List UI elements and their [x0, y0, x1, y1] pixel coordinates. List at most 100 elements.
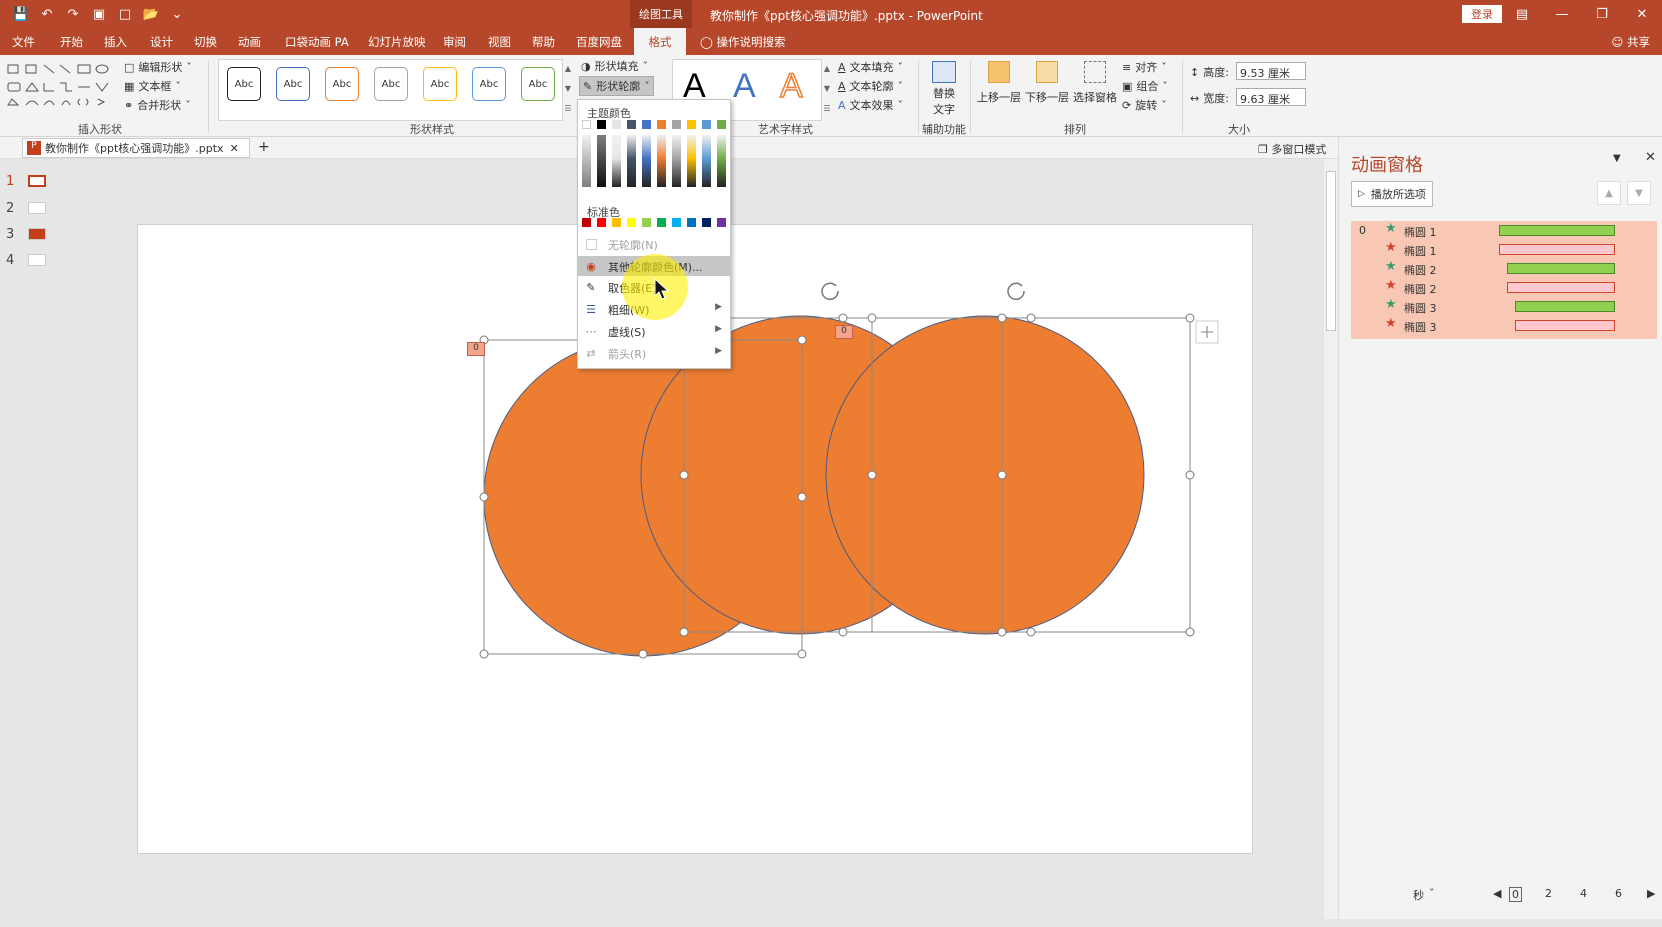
shape-style-1[interactable]: Abc [227, 67, 261, 101]
animation-timing-bar[interactable] [1499, 244, 1615, 255]
theme-color-swatch[interactable] [672, 120, 681, 129]
group-button[interactable]: ▣ 组合 ˇ [1122, 78, 1168, 94]
minimize-icon[interactable]: — [1542, 0, 1582, 28]
theme-color-swatch[interactable] [702, 120, 711, 129]
new-tab-icon[interactable]: + [258, 139, 270, 155]
gallery-scroll[interactable]: ▲ ▼ ☰ [563, 59, 573, 121]
tab-slideshow[interactable]: 幻灯片放映 [368, 34, 426, 50]
standard-color-swatch[interactable] [582, 218, 591, 227]
send-backward-button[interactable]: 下移一层 [1024, 61, 1070, 105]
theme-color-swatch[interactable] [657, 120, 666, 129]
customize-icon[interactable]: ⌄ [166, 4, 188, 24]
selection-pane-button[interactable]: 选择窗格 [1072, 61, 1118, 105]
animation-row[interactable]: ★ 椭圆 1 [1351, 240, 1657, 259]
close-tab-icon[interactable]: ✕ [230, 142, 239, 155]
no-outline-item[interactable]: 无轮廓(N) [578, 234, 730, 254]
tab-review[interactable]: 审阅 [443, 34, 466, 50]
animation-timing-bar[interactable] [1507, 282, 1615, 293]
shape-style-2[interactable]: Abc [276, 67, 310, 101]
animation-timing-bar[interactable] [1507, 263, 1615, 274]
shapes-gallery[interactable] [6, 61, 118, 113]
animation-row[interactable]: 0 ★ 椭圆 1 [1351, 221, 1657, 240]
tab-insert[interactable]: 插入 [104, 34, 127, 50]
theme-color-swatch[interactable] [687, 120, 696, 129]
restore-icon[interactable]: ❐ [1582, 0, 1622, 28]
undo-icon[interactable]: ↶ [36, 4, 58, 24]
standard-color-swatch[interactable] [672, 218, 681, 227]
animation-timing-bar[interactable] [1515, 301, 1615, 312]
ribbon-display-icon[interactable]: ▤ [1502, 0, 1542, 28]
wordart-style-blue[interactable]: A [733, 67, 756, 106]
shape-style-6[interactable]: Abc [472, 67, 506, 101]
layout-options-icon[interactable] [1195, 320, 1219, 344]
timeline-unit[interactable]: 秒 [1413, 887, 1424, 903]
scroll-thumb[interactable] [1326, 171, 1336, 331]
shape-fill-button[interactable]: ◑ 形状填充 ˇ [581, 58, 648, 74]
theme-color-shades[interactable] [627, 135, 636, 187]
standard-color-swatch[interactable] [687, 218, 696, 227]
tab-view[interactable]: 视图 [488, 34, 511, 50]
dashes-item[interactable]: ⋯ 虚线(S) ▶ [578, 321, 730, 341]
theme-color-swatch[interactable] [717, 120, 726, 129]
close-pane-icon[interactable]: ✕ [1645, 150, 1656, 165]
animation-tag[interactable]: 0 [467, 342, 485, 356]
standard-color-swatch[interactable] [597, 218, 606, 227]
close-icon[interactable]: ✕ [1622, 0, 1662, 28]
edit-shape-button[interactable]: □ 编辑形状 ˇ [124, 59, 192, 75]
animation-row[interactable]: ★ 椭圆 2 [1351, 259, 1657, 278]
slide-thumbnail[interactable] [28, 254, 46, 266]
slide-thumbnail[interactable] [28, 175, 46, 187]
open-folder-icon[interactable]: 📂 [140, 4, 162, 24]
theme-color-shades[interactable] [642, 135, 651, 187]
theme-color-swatch[interactable] [582, 120, 591, 129]
width-input[interactable]: 9.63 厘米 [1236, 88, 1306, 106]
multi-window-button[interactable]: ❐ 多窗口模式 [1258, 141, 1326, 157]
standard-color-swatch[interactable] [627, 218, 636, 227]
shape-style-3[interactable]: Abc [325, 67, 359, 101]
new-file-icon[interactable]: □ [114, 4, 136, 24]
tab-home[interactable]: 开始 [60, 34, 83, 50]
slide-thumbnail[interactable] [28, 202, 46, 214]
doc-tab[interactable]: P 教你制作《ppt核心强调功能》.pptx ✕ [22, 138, 250, 158]
theme-color-shades[interactable] [657, 135, 666, 187]
alt-text-button[interactable]: 替换 文字 [924, 61, 964, 116]
animation-timing-bar[interactable] [1499, 225, 1615, 236]
theme-color-shades[interactable] [582, 135, 591, 187]
move-down-button[interactable]: ▼ [1627, 181, 1651, 205]
shape-outline-button[interactable]: ✎ 形状轮廓 ˇ [579, 76, 654, 96]
theme-color-swatch[interactable] [612, 120, 621, 129]
standard-color-swatch[interactable] [657, 218, 666, 227]
tell-me-search[interactable]: ◯ 操作说明搜索 [700, 34, 786, 50]
redo-icon[interactable]: ↷ [62, 4, 84, 24]
animation-timing-bar[interactable] [1515, 320, 1615, 331]
theme-color-shades[interactable] [717, 135, 726, 187]
save-icon[interactable]: 💾 [10, 4, 32, 24]
theme-color-swatch[interactable] [642, 120, 651, 129]
theme-color-swatch[interactable] [627, 120, 636, 129]
bring-forward-button[interactable]: 上移一层 [976, 61, 1022, 105]
shape-style-5[interactable]: Abc [423, 67, 457, 101]
shape-style-7[interactable]: Abc [521, 67, 555, 101]
move-up-button[interactable]: ▲ [1597, 181, 1621, 205]
standard-color-swatch[interactable] [702, 218, 711, 227]
present-icon[interactable]: ▣ [88, 4, 110, 24]
pane-options-icon[interactable]: ▼ [1613, 153, 1621, 164]
standard-color-swatch[interactable] [642, 218, 651, 227]
text-outline-button[interactable]: A 文本轮廓 ˇ [838, 78, 903, 94]
theme-color-swatch[interactable] [597, 120, 606, 129]
theme-color-shades[interactable] [612, 135, 621, 187]
theme-color-shades[interactable] [687, 135, 696, 187]
login-button[interactable]: 登录 [1462, 5, 1502, 23]
theme-color-shades[interactable] [597, 135, 606, 187]
tab-design[interactable]: 设计 [150, 34, 173, 50]
animation-row[interactable]: ★ 椭圆 2 [1351, 278, 1657, 297]
theme-color-shades[interactable] [702, 135, 711, 187]
text-box-button[interactable]: ▦ 文本框 ˇ [124, 78, 181, 94]
tab-help[interactable]: 帮助 [532, 34, 555, 50]
merge-shapes-button[interactable]: ⚭ 合并形状 ˇ [124, 97, 191, 113]
shape-style-4[interactable]: Abc [374, 67, 408, 101]
share-button[interactable]: ☺ 共享 [1611, 34, 1650, 50]
tab-animations[interactable]: 动画 [238, 34, 261, 50]
rotate-button[interactable]: ⟳ 旋转 ˇ [1122, 97, 1167, 113]
align-button[interactable]: ≡ 对齐 ˇ [1122, 59, 1167, 75]
